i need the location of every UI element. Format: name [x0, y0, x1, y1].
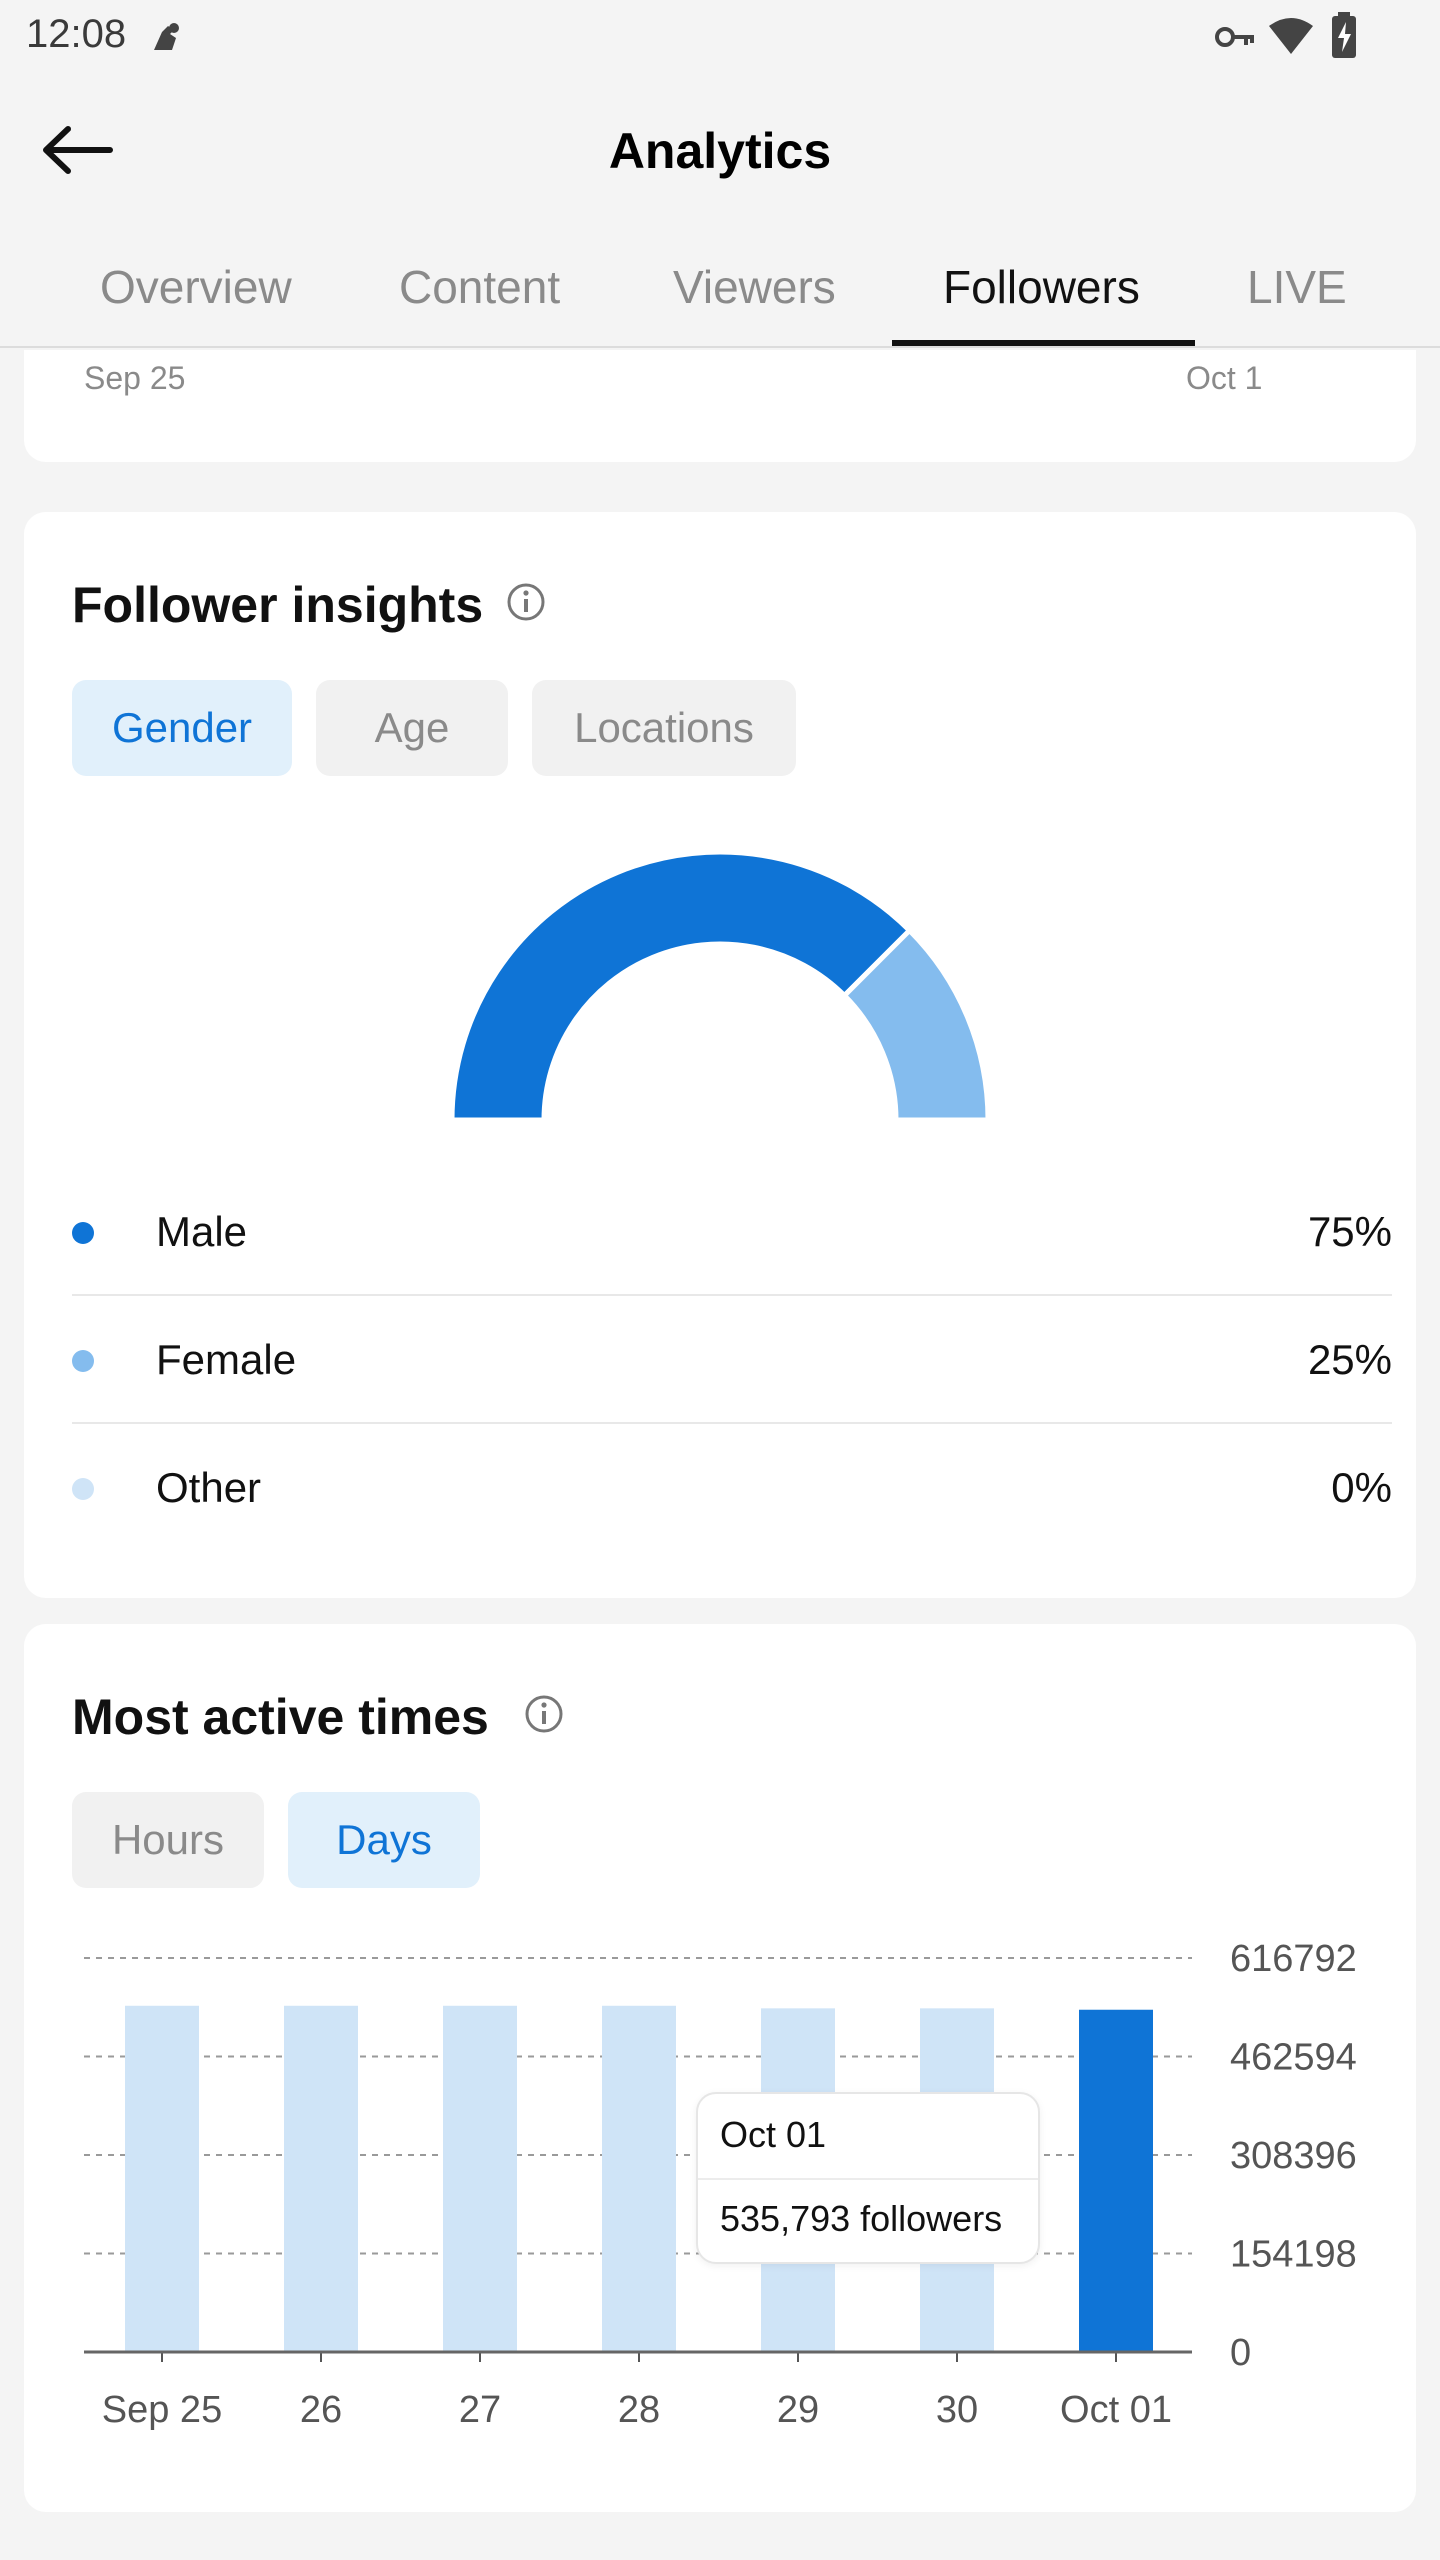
y-tick-label: 154198	[1230, 2234, 1357, 2276]
x-tick-label: 28	[618, 2389, 660, 2431]
trend-start-date: Sep 25	[84, 360, 186, 396]
trend-end-date: Oct 1	[1186, 360, 1263, 396]
chart-tooltip: Oct 01 535,793 followers	[696, 2092, 1040, 2264]
donut-slice-male	[449, 849, 914, 1123]
wifi-icon	[1269, 18, 1313, 54]
legend-item-other: Other 0%	[72, 1424, 1392, 1552]
other-dot	[72, 1478, 94, 1500]
tab-content[interactable]: Content	[399, 260, 560, 314]
x-tick-label: Sep 25	[102, 2389, 222, 2431]
legend-label: Male	[156, 1208, 248, 1255]
bar-sep-25[interactable]	[125, 2005, 199, 2352]
legend-item-male: Male 75%	[72, 1168, 1392, 1296]
status-time: 12:08	[26, 12, 127, 56]
legend-item-female: Female 25%	[72, 1296, 1392, 1424]
tooltip-value: 535,793 followers	[720, 2198, 1003, 2239]
x-tick-label: 26	[300, 2389, 342, 2431]
tab-bar: Overview Content Viewers Followers LIVE	[0, 230, 1440, 348]
gender-donut-chart	[449, 849, 991, 1123]
bar-oct-01[interactable]	[1079, 2009, 1153, 2352]
x-tick-label: 27	[459, 2389, 501, 2431]
follower-insights-card: Follower insights Gender Age Locations M…	[24, 512, 1416, 1598]
y-tick-label: 0	[1230, 2332, 1251, 2374]
info-icon[interactable]	[524, 1694, 564, 1734]
male-dot	[72, 1222, 94, 1244]
notification-icon	[154, 23, 179, 50]
hours-filter[interactable]: Hours	[72, 1792, 264, 1888]
legend-label: Female	[156, 1336, 297, 1383]
tab-overview[interactable]: Overview	[100, 260, 292, 314]
battery-charging-icon	[1332, 12, 1356, 58]
status-bar: 12:08	[0, 0, 1440, 72]
legend-label: Other	[156, 1464, 262, 1511]
followers-trend-card: Sep 25 Oct 1	[24, 350, 1416, 462]
y-tick-label: 308396	[1230, 2135, 1357, 2177]
tab-live[interactable]: LIVE	[1247, 260, 1347, 314]
tab-followers[interactable]: Followers	[943, 260, 1140, 314]
x-tick-label: 29	[777, 2389, 819, 2431]
legend-value: 75%	[1307, 1208, 1392, 1255]
most-active-times-title: Most active times	[72, 1689, 489, 1745]
bar-28[interactable]	[602, 2005, 676, 2352]
x-tick-label: Oct 01	[1060, 2389, 1172, 2431]
bar-27[interactable]	[443, 2005, 517, 2352]
female-dot	[72, 1350, 94, 1372]
app-bar: Analytics	[0, 72, 1440, 227]
days-filter[interactable]: Days	[288, 1792, 480, 1888]
legend-value: 0%	[1331, 1464, 1392, 1511]
active-tab-indicator	[892, 340, 1195, 346]
tooltip-divider	[698, 2178, 1038, 2180]
y-tick-label: 616792	[1230, 1938, 1357, 1980]
page-title: Analytics	[608, 123, 832, 179]
y-tick-label: 462594	[1230, 2037, 1357, 2079]
vpn-key-icon	[1215, 27, 1254, 47]
bar-26[interactable]	[284, 2005, 358, 2352]
legend-value: 25%	[1307, 1336, 1392, 1383]
tab-viewers[interactable]: Viewers	[673, 260, 836, 314]
x-tick-label: 30	[936, 2389, 978, 2431]
tooltip-date: Oct 01	[720, 2114, 827, 2155]
